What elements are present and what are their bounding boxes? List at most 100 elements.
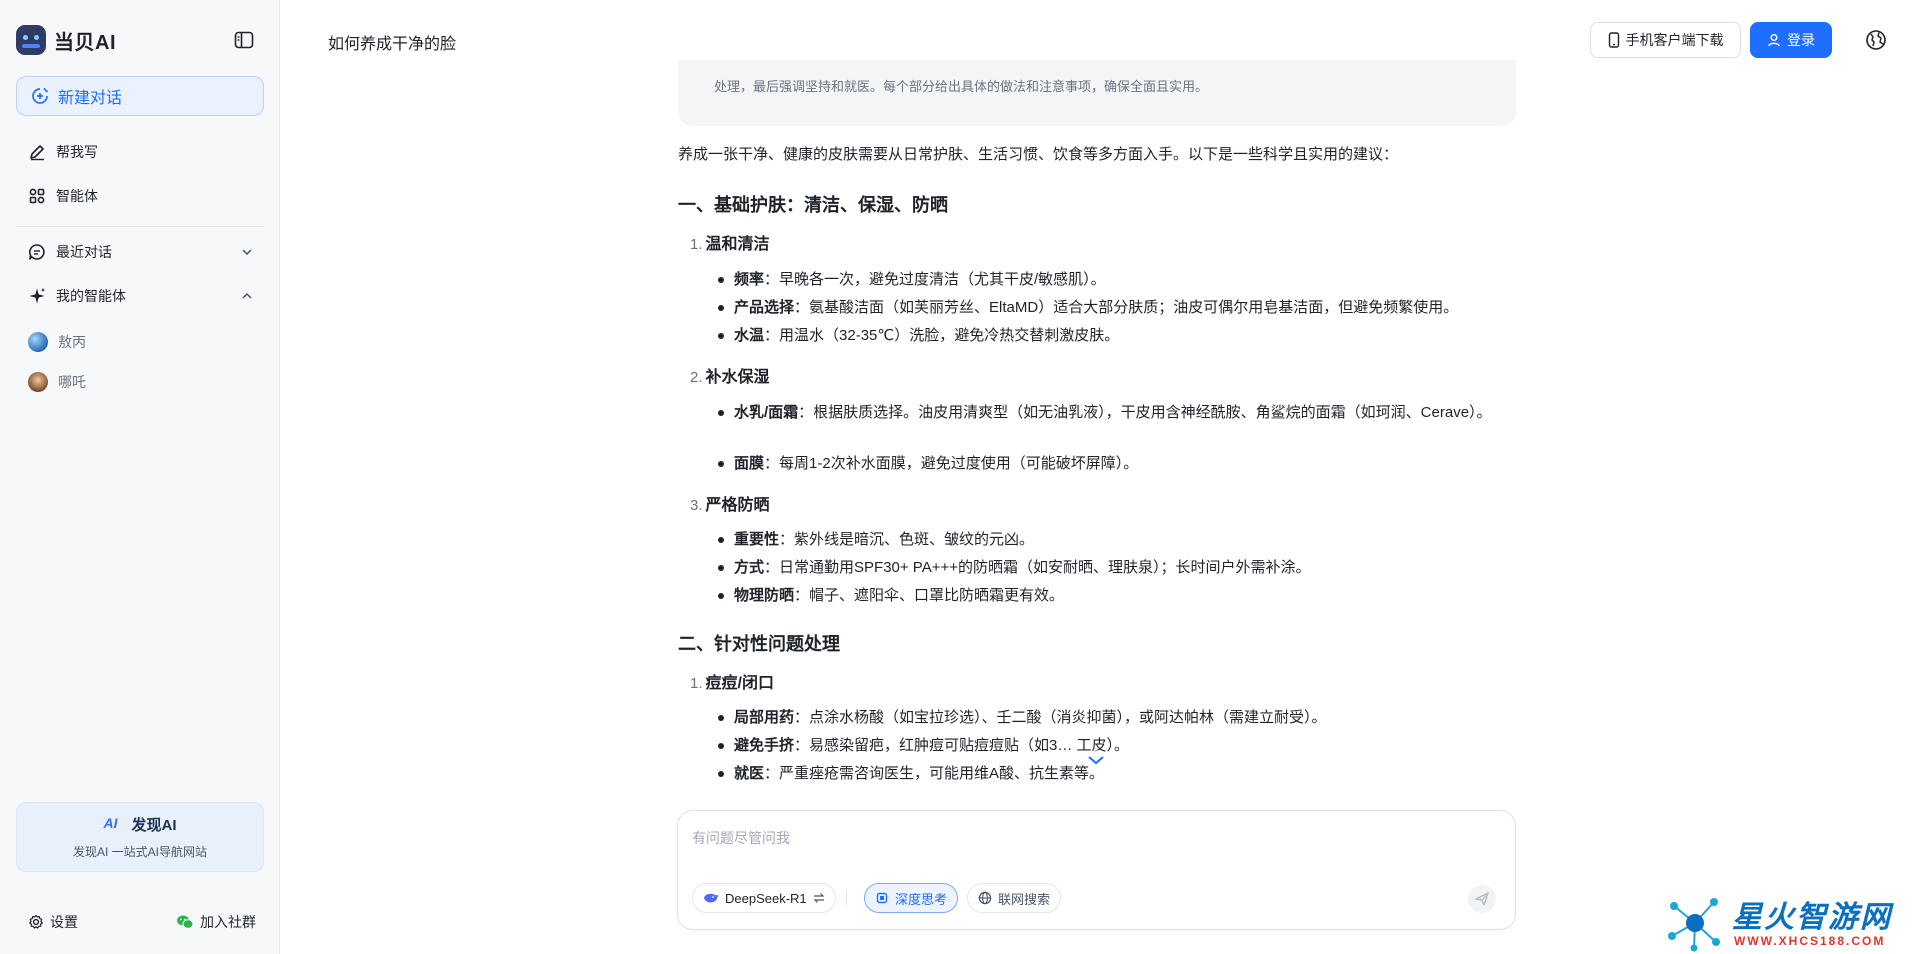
list-item: 水温：用温水（32-35℃）洗脸，避免冷热交替刺激皮肤。 — [718, 324, 1494, 347]
promo-title: 发现AI — [103, 814, 176, 835]
download-app-button[interactable]: 手机客户端下载 — [1590, 22, 1741, 58]
sidebar-toggle-icon — [234, 31, 254, 49]
bullet-text: ：日常通勤用SPF30+ PA+++的防晒霜（如安耐晒、理肤泉）；长时间户外需补… — [764, 559, 1311, 576]
deep-think-toggle[interactable]: 深度思考 — [864, 883, 959, 913]
subsection-title: 痘痘/闭口 — [705, 675, 774, 692]
subsection-title: 补水保湿 — [705, 369, 770, 386]
list-item: 频率：早晚各一次，避免过度清洁（尤其干皮/敏感肌）。 — [718, 268, 1494, 291]
chevron-down-icon — [242, 249, 252, 256]
bullet-key: 就医 — [734, 765, 765, 782]
subsection-heading: 1. 温和清洁 — [690, 230, 770, 254]
sidebar: 当贝AI 新建对话 帮我写 智能体 最近对话 我的智能体 敖丙 哪吒 发现AI — [0, 0, 280, 954]
bullet-text: ：氨基酸洁面（如芙丽芳丝、EltaMD）适合大部分肤质；油皮可偶尔用皂基洁面，但… — [794, 299, 1459, 316]
robot-logo-icon — [16, 25, 46, 55]
globe-icon — [1866, 30, 1886, 50]
bullet-text: ：每周1-2次补水面膜，避免过度使用（可能破坏屏障）。 — [764, 455, 1139, 472]
answer-intro: 养成一张干净、健康的皮肤需要从日常护肤、生活习惯、饮食等多方面入手。以下是一些科… — [678, 146, 1399, 163]
join-group-label: 加入社群 — [200, 914, 256, 930]
bullet-key: 避免手挤 — [734, 737, 795, 754]
sidebar-collapse-button[interactable] — [232, 28, 256, 52]
thinking-text: 处理，最后强调坚持和就医。每个部分给出具体的做法和注意事项，确保全面且实用。 — [714, 79, 1209, 94]
deep-think-label: 深度思考 — [895, 891, 948, 907]
agent-item-aobing[interactable]: 敖丙 — [24, 326, 264, 358]
chat-input[interactable] — [692, 827, 1492, 849]
watermark-url: WWW.XHCS188.COM — [1734, 934, 1886, 948]
composer-divider — [846, 891, 847, 905]
brand-name: 当贝AI — [54, 31, 116, 54]
bullet-text: ：紫外线是暗沉、色斑、皱纹的元凶。 — [779, 531, 1035, 548]
new-chat-icon — [32, 87, 49, 104]
watermark-title: 星火智游网 — [1732, 901, 1892, 934]
sparkle-icon — [29, 288, 45, 304]
login-label: 登录 — [1787, 32, 1815, 48]
subsection-title: 严格防晒 — [705, 497, 770, 514]
send-icon — [1475, 892, 1489, 906]
gear-icon — [29, 914, 43, 929]
subsection-heading: 2. 补水保湿 — [690, 363, 770, 387]
chat-composer: DeepSeek-R1 深度思考 联网搜索 — [677, 810, 1516, 930]
send-button[interactable] — [1468, 885, 1496, 913]
avatar — [28, 372, 48, 392]
promo-title-text: 发现AI — [131, 817, 177, 834]
sidebar-item-recent-chats[interactable]: 最近对话 — [16, 234, 264, 270]
list-item: 产品选择：氨基酸洁面（如芙丽芳丝、EltaMD）适合大部分肤质；油皮可偶尔用皂基… — [718, 296, 1494, 319]
deepseek-whale-icon — [704, 893, 719, 903]
pen-icon — [30, 145, 44, 161]
switch-icon — [813, 893, 825, 903]
download-label: 手机客户端下载 — [1625, 32, 1724, 48]
promo-card[interactable]: 发现AI 发现AI 一站式AI导航网站 — [16, 802, 264, 872]
bullet-text: ：根据肤质选择。油皮用清爽型（如无油乳液），干皮用含神经酰胺、角鲨烷的面霜（如珂… — [798, 404, 1492, 421]
agent-name: 敖丙 — [58, 334, 86, 350]
section-heading: 一、基础护肤：清洁、保湿、防晒 — [678, 195, 948, 215]
wechat-icon — [177, 915, 194, 929]
model-selector[interactable]: DeepSeek-R1 — [692, 883, 836, 913]
agent-item-nezha[interactable]: 哪吒 — [24, 366, 264, 398]
web-search-label: 联网搜索 — [998, 891, 1051, 907]
grid-icon — [29, 188, 45, 204]
web-search-toggle[interactable]: 联网搜索 — [967, 883, 1062, 913]
bullet-key: 水温 — [734, 327, 765, 344]
bullet-text: ：用温水（32-35℃）洗脸，避免冷热交替刺激皮肤。 — [764, 327, 1120, 344]
sidebar-item-label: 我的智能体 — [56, 288, 126, 304]
bullet-key: 方式 — [734, 559, 765, 576]
bullet-key: 产品选择 — [734, 299, 795, 316]
bullet-key: 面膜 — [734, 455, 765, 472]
login-button[interactable]: 登录 — [1750, 22, 1832, 58]
list-item: 物理防晒：帽子、遮阳伞、口罩比防晒霜更有效。 — [718, 584, 1494, 607]
list-item: 局部用药：点涂水杨酸（如宝拉珍选）、壬二酸（消炎抑菌），或阿达帕林（需建立耐受）… — [718, 706, 1494, 729]
sidebar-item-my-agents[interactable]: 我的智能体 — [16, 278, 264, 314]
sidebar-item-help-write[interactable]: 帮我写 — [16, 134, 264, 170]
subsection-number: 2. — [690, 369, 703, 386]
settings-label: 设置 — [50, 914, 78, 930]
thinking-block: 处理，最后强调坚持和就医。每个部分给出具体的做法和注意事项，确保全面且实用。 — [678, 60, 1516, 126]
phone-icon — [1608, 32, 1619, 48]
subsection-heading: 1. 痘痘/闭口 — [690, 669, 774, 693]
network-logo-icon — [1668, 898, 1720, 952]
sidebar-divider — [16, 226, 264, 227]
language-button[interactable] — [1864, 28, 1888, 52]
user-icon — [1768, 34, 1780, 47]
sidebar-item-agents[interactable]: 智能体 — [16, 178, 264, 214]
chip-icon — [876, 892, 888, 904]
subsection-number: 1. — [690, 675, 703, 692]
new-chat-button[interactable]: 新建对话 — [16, 76, 264, 116]
bullet-key: 物理防晒 — [734, 587, 795, 604]
page-title: 如何养成干净的脸 — [328, 36, 457, 53]
bullet-key: 局部用药 — [734, 709, 795, 726]
bullet-text: ：早晚各一次，避免过度清洁（尤其干皮/敏感肌）。 — [764, 271, 1106, 288]
agent-name: 哪吒 — [58, 374, 86, 390]
list-item: 方式：日常通勤用SPF30+ PA+++的防晒霜（如安耐晒、理肤泉）；长时间户外… — [718, 556, 1494, 579]
join-group-button[interactable]: 加入社群 — [176, 910, 256, 934]
chat-icon — [29, 244, 45, 260]
settings-button[interactable]: 设置 — [28, 910, 78, 934]
scroll-to-bottom-button[interactable] — [1086, 750, 1106, 770]
brand[interactable]: 当贝AI — [16, 24, 116, 56]
promo-subtitle: 发现AI 一站式AI导航网站 — [72, 845, 207, 859]
chevron-down-icon — [1088, 756, 1104, 765]
subsection-number: 1. — [690, 236, 703, 253]
list-item: 水乳/面霜：根据肤质选择。油皮用清爽型（如无油乳液），干皮用含神经酰胺、角鲨烷的… — [718, 401, 1494, 424]
sidebar-item-label: 帮我写 — [56, 144, 98, 160]
list-item: 重要性：紫外线是暗沉、色斑、皱纹的元凶。 — [718, 528, 1494, 551]
new-chat-label: 新建对话 — [58, 90, 123, 107]
chevron-up-icon — [242, 292, 252, 299]
